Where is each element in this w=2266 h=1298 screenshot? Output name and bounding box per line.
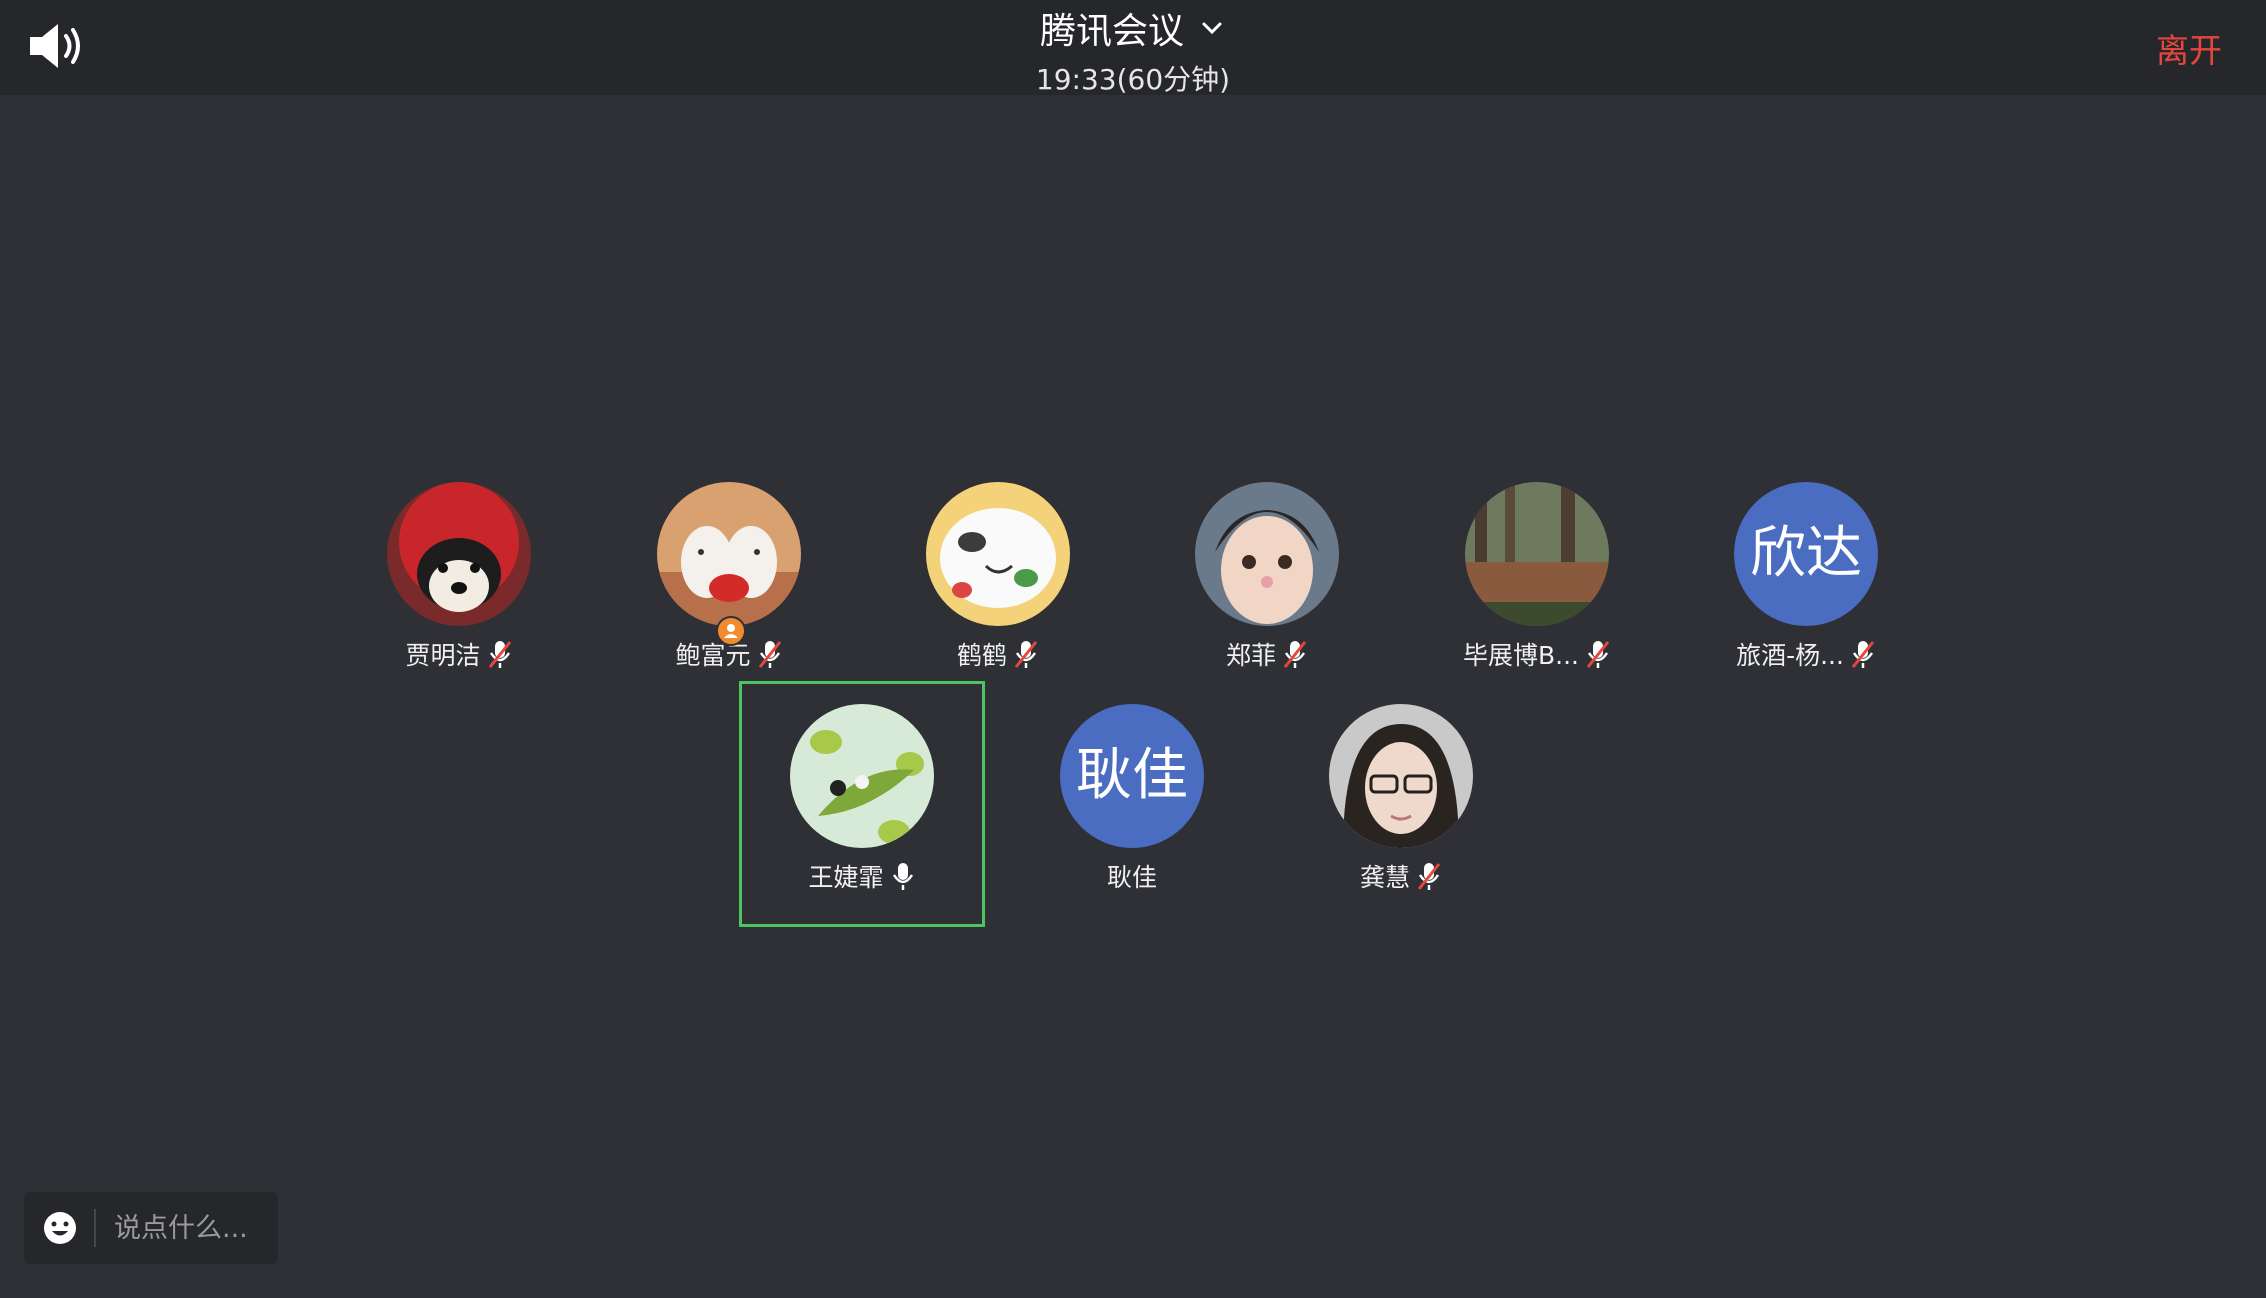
mic-muted-icon bbox=[1586, 641, 1610, 668]
chat-bar bbox=[24, 1192, 278, 1264]
avatar bbox=[1329, 704, 1473, 848]
meeting-title-text: 腾讯会议 bbox=[1039, 11, 1184, 52]
participant-tile[interactable]: 鹤鹤 bbox=[878, 482, 1118, 672]
chat-input[interactable] bbox=[112, 1211, 266, 1245]
participant-tile[interactable]: 欣达 旅酒-杨... bbox=[1686, 482, 1926, 672]
top-bar: 腾讯会议 19:33(60分钟) 离开 bbox=[0, 0, 2266, 96]
mic-muted-icon bbox=[488, 641, 511, 668]
mic-muted-icon bbox=[1851, 641, 1875, 668]
mic-icon bbox=[892, 863, 913, 890]
participant-name: 王婕霏 bbox=[808, 863, 884, 892]
mic-muted-icon bbox=[1014, 641, 1038, 668]
avatar bbox=[790, 704, 934, 848]
avatar: 耿佳 bbox=[1060, 704, 1204, 848]
participant-tile[interactable]: 郑菲 bbox=[1147, 482, 1387, 672]
participant-name: 龚慧 bbox=[1359, 863, 1410, 892]
mic-muted-icon bbox=[1283, 641, 1307, 668]
emoji-icon[interactable] bbox=[42, 1210, 78, 1246]
avatar bbox=[387, 482, 531, 626]
avatar bbox=[1465, 482, 1609, 626]
meeting-time: 19:33(60分钟) bbox=[1035, 63, 1231, 96]
chevron-down-icon bbox=[1202, 22, 1222, 35]
participant-name: 贾明洁 bbox=[405, 641, 481, 670]
divider bbox=[94, 1209, 96, 1247]
avatar bbox=[657, 482, 801, 626]
leave-button[interactable]: 离开 bbox=[2156, 24, 2222, 72]
user-icon bbox=[724, 624, 738, 638]
participant-name: 鹤鹤 bbox=[956, 641, 1007, 670]
participant-tile[interactable]: 龚慧 bbox=[1281, 704, 1521, 894]
participant-tile[interactable]: 贾明洁 bbox=[339, 482, 579, 672]
participant-tile[interactable]: 耿佳 耿佳 bbox=[1012, 704, 1252, 894]
participant-tile[interactable]: 毕展博B... bbox=[1417, 482, 1657, 672]
avatar bbox=[1195, 482, 1339, 626]
host-badge bbox=[716, 616, 746, 646]
meeting-title[interactable]: 腾讯会议 bbox=[1040, 2, 1226, 54]
participant-name: 耿佳 bbox=[1106, 863, 1157, 892]
mic-muted-icon bbox=[758, 641, 781, 668]
participant-name: 旅酒-杨... bbox=[1736, 641, 1844, 670]
participant-tile[interactable]: 王婕霏 bbox=[742, 704, 982, 894]
participant-tile[interactable]: 鲍富元 bbox=[609, 482, 849, 672]
mic-muted-icon bbox=[1417, 863, 1441, 890]
participant-name: 郑菲 bbox=[1225, 641, 1276, 670]
avatar bbox=[926, 482, 1070, 626]
participant-name: 毕展博B... bbox=[1463, 641, 1579, 670]
avatar: 欣达 bbox=[1734, 482, 1878, 626]
